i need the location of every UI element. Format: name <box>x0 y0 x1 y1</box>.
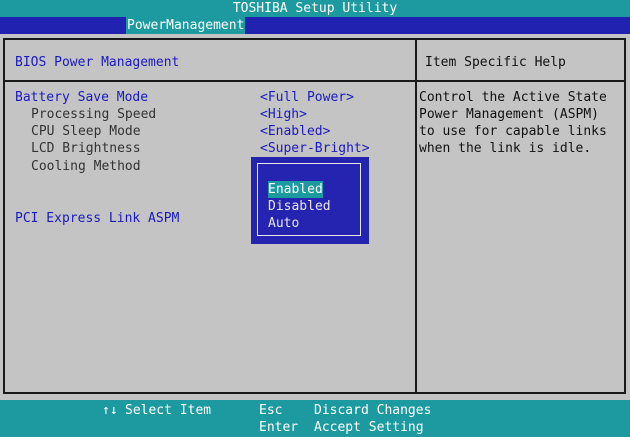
setting-battery-save-mode-value[interactable]: <Full Power> <box>260 89 354 106</box>
enter-key-label: Enter <box>259 420 299 435</box>
setting-cpu-sleep-mode-value[interactable]: <Enabled> <box>260 123 330 140</box>
option-popup-frame: Enabled Disabled Auto <box>257 163 361 236</box>
setting-lcd-brightness-value[interactable]: <Super-Bright> <box>260 140 370 157</box>
help-line-4: when the link is idle. <box>419 141 592 156</box>
option-disabled[interactable]: Disabled <box>268 198 331 215</box>
setting-pci-express-link-aspm-label[interactable]: PCI Express Link ASPM <box>15 210 179 227</box>
esc-key-label: Esc <box>259 403 283 418</box>
setting-processing-speed-value[interactable]: <High> <box>260 106 307 123</box>
accept-setting-hint: Accept Setting <box>314 420 424 435</box>
header-divider <box>5 80 624 82</box>
tab-power-management[interactable]: PowerManagement <box>126 17 246 34</box>
option-popup: Enabled Disabled Auto <box>251 157 369 244</box>
option-auto[interactable]: Auto <box>268 215 299 232</box>
setting-cpu-sleep-mode-label[interactable]: CPU Sleep Mode <box>31 123 141 140</box>
section-title: BIOS Power Management <box>15 55 180 70</box>
setting-battery-save-mode-label[interactable]: Battery Save Mode <box>15 89 148 106</box>
help-line-2: Power Management (ASPM) <box>419 107 600 122</box>
help-title: Item Specific Help <box>425 55 566 70</box>
up-down-arrows-icon: ↑↓ <box>102 403 118 418</box>
discard-changes-hint: Discard Changes <box>314 403 432 418</box>
help-line-3: to use for capable links <box>419 124 607 139</box>
menu-bar: PowerManagement <box>0 17 630 34</box>
option-enabled[interactable]: Enabled <box>268 181 323 198</box>
footer-bar: ↑↓ Select Item Esc Discard Changes Enter… <box>0 400 630 437</box>
app-title: TOSHIBA Setup Utility <box>232 1 398 16</box>
setting-lcd-brightness-label[interactable]: LCD Brightness <box>31 140 141 157</box>
setting-cooling-method-label[interactable]: Cooling Method <box>31 158 141 175</box>
setting-processing-speed-label[interactable]: Processing Speed <box>31 106 156 123</box>
select-item-hint: Select Item <box>125 403 212 418</box>
help-line-1: Control the Active State <box>419 90 607 105</box>
title-bar: TOSHIBA Setup Utility <box>0 0 630 17</box>
